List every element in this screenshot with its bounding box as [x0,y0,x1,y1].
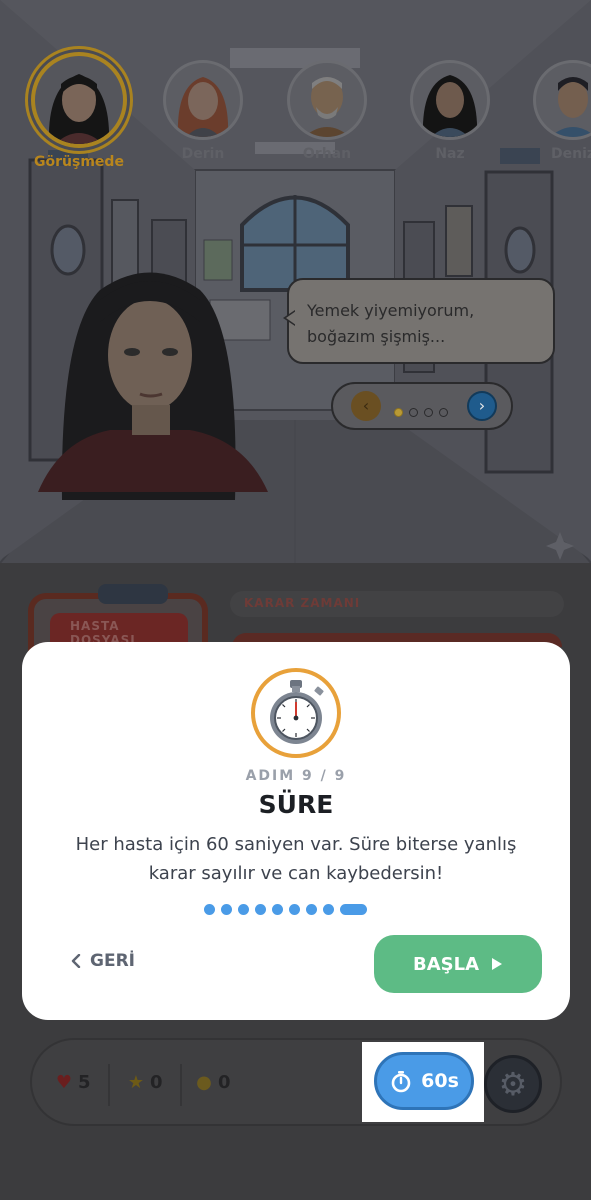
start-button-label: BAŞLA [412,953,479,975]
step-dot [221,904,232,915]
character-name: Naz [435,146,465,162]
back-button[interactable]: GERİ [70,951,135,971]
game-scene: Görüşmede Derin Orhan Naz Deniz Yemek yi… [0,0,591,563]
play-icon [492,958,502,970]
step-dot-current [340,904,367,915]
coins-value: 0 [218,1072,231,1093]
avatar [533,60,591,140]
page-dot [409,408,418,417]
chevron-right-icon: › [478,396,486,415]
avatar [410,60,490,140]
gear-icon: ⚙ [498,1065,528,1103]
star-icon: ★ [127,1072,145,1093]
timer-highlight: 60s [362,1042,484,1122]
dialogue-page-dots [394,402,454,421]
stopwatch-icon [270,680,324,744]
character-avatar-active[interactable]: Görüşmede [29,48,129,170]
character-selector: Görüşmede Derin Orhan Naz Deniz [0,48,591,188]
dialog-body: Her hasta için 60 saniyen var. Süre bite… [75,834,517,884]
character-name: Deniz [550,146,591,162]
dialog-title: SÜRE [258,790,334,819]
step-progress-dots [204,904,367,916]
page-dot [424,408,433,417]
chevron-left-icon: ‹ [362,396,370,415]
character-avatar[interactable]: Deniz [523,48,591,162]
step-dot [255,904,266,915]
timer-value: 60s [421,1070,459,1092]
coins-counter: ● 0 [192,1072,231,1093]
step-dot [306,904,317,915]
dialogue-pager: ‹ › [331,382,513,430]
heart-icon: ♥ [55,1072,73,1093]
chevron-left-icon [71,954,81,968]
avatar [31,52,127,148]
step-dot [289,904,300,915]
decision-time-label: KARAR ZAMANI [230,591,564,617]
start-button[interactable]: BAŞLA [374,935,542,993]
character-avatar[interactable]: Naz [400,48,500,162]
stopwatch-icon [391,1071,411,1093]
stars-value: 0 [150,1072,163,1093]
lives-value: 5 [78,1072,91,1093]
back-button-label: GERİ [90,951,135,971]
settings-button[interactable]: ⚙ [484,1055,542,1113]
character-name: Orhan [302,146,352,162]
step-dot [272,904,283,915]
step-dot [323,904,334,915]
avatar [287,60,367,140]
character-name: Derin [181,146,225,162]
stopwatch-icon-badge [251,668,341,758]
character-avatar[interactable]: Derin [153,48,253,162]
divider [108,1064,110,1106]
avatar [163,60,243,140]
step-dot [238,904,249,915]
page-dot [439,408,448,417]
character-avatar[interactable]: Orhan [277,48,377,162]
timer-badge[interactable]: 60s [374,1052,474,1110]
tutorial-dialog: ADIM 9 / 9 SÜRE Her hasta için 60 saniye… [22,642,570,1020]
divider [180,1064,182,1106]
coin-icon: ● [196,1072,212,1093]
step-dot [204,904,215,915]
next-dialogue-button[interactable]: › [467,391,497,421]
clipboard-clip [98,584,168,604]
prev-dialogue-button[interactable]: ‹ [351,391,381,421]
lives-counter: ♥ 5 [52,1072,91,1093]
speech-bubble: Yemek yiyemiyorum, boğazım şişmiş... [283,278,555,364]
page-dot-active [394,408,403,417]
character-name: Görüşmede [34,154,124,170]
stars-counter: ★ 0 [124,1072,163,1093]
step-indicator: ADIM 9 / 9 [245,768,347,784]
dialogue-text: Yemek yiyemiyorum, boğazım şişmiş... [307,301,475,346]
